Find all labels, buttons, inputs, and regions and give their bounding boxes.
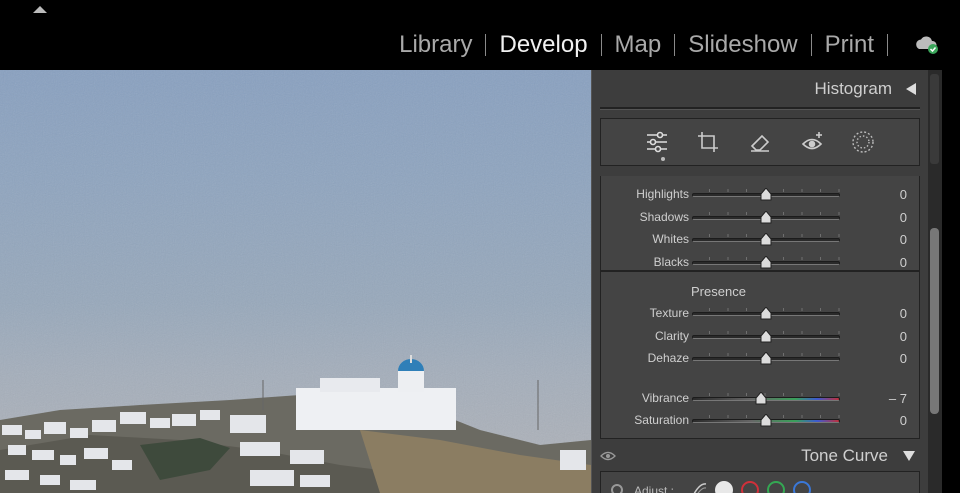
module-library[interactable]: Library [399,30,472,60]
slider-row-texture: Texture 0 [601,302,921,324]
channel-red-button[interactable] [741,481,759,493]
tone-curve-collapse-arrow-icon[interactable] [903,451,915,461]
slider-value[interactable]: 0 [900,187,907,202]
slider-label: Highlights [636,187,689,201]
slider-thumb[interactable] [760,255,772,269]
module-slideshow[interactable]: Slideshow [688,30,797,60]
slider-thumb[interactable] [760,187,772,201]
slider-thumb[interactable] [760,351,772,365]
photo-image [0,70,591,493]
channel-white-button[interactable] [715,481,733,493]
slider-row-dehaze: Dehaze 0 [601,347,921,369]
panel-scrollbar-upper [930,74,939,164]
slider-row-saturation: Saturation 0 [601,409,921,431]
panel-scrollbar-thumb[interactable] [930,228,939,414]
channel-blue-button[interactable] [793,481,811,493]
presence-title: Presence [691,284,746,299]
slider-label: Saturation [634,413,689,427]
slider-value[interactable]: – 7 [889,391,907,406]
slider-label: Shadows [639,209,689,224]
slider-label: Clarity [654,328,689,343]
develop-right-panel: Histogram Highlights 0 Shadows 0 Whites … [591,70,928,493]
module-separator [485,34,487,56]
histogram-title: Histogram [814,79,892,98]
module-separator [674,34,676,56]
slider-value[interactable]: 0 [900,210,907,225]
module-separator [600,34,602,56]
histogram-expand-arrow-icon[interactable] [906,83,916,95]
slider-label: Vibrance [641,390,689,405]
slider-thumb[interactable] [760,328,772,343]
histogram-collapsed-bar [600,107,920,110]
slider-thumb[interactable] [760,209,772,224]
slider-value[interactable]: 0 [900,329,907,344]
module-picker: Library Develop Map Slideshow Print [399,30,940,60]
module-map[interactable]: Map [615,30,662,60]
active-tool-indicator [661,157,665,161]
target-adjust-icon[interactable] [611,484,623,493]
tone-curve-header[interactable]: Tone Curve [592,442,928,472]
top-panel-collapse-arrow-icon[interactable] [33,6,47,13]
cloud-sync-icon[interactable] [914,34,940,56]
healing-eraser-icon[interactable] [747,129,773,155]
slider-thumb[interactable] [755,390,767,405]
tone-curve-title: Tone Curve [801,446,888,465]
slider-row-shadows: Shadows 0 [601,206,921,228]
slider-row-clarity: Clarity 0 [601,325,921,347]
slider-row-highlights: Highlights 0 [601,183,921,205]
slider-label: Texture [649,306,689,320]
module-separator [887,34,888,56]
panel-visibility-eye-icon[interactable] [600,450,616,462]
presence-section: Presence Texture 0 Clarity 0 Dehaze 0 Vibrance… [600,270,920,439]
slider-label: Blacks [653,255,689,270]
slider-label: Dehaze [647,351,689,365]
red-eye-icon[interactable] [799,129,825,155]
masking-icon[interactable] [850,129,876,155]
slider-thumb[interactable] [760,413,772,427]
histogram-header[interactable]: Histogram [592,70,928,108]
photo-preview[interactable] [0,70,591,493]
slider-label: Whites [652,232,689,247]
slider-value[interactable]: 0 [900,232,907,247]
module-print[interactable]: Print [825,30,874,60]
right-edge-strip [942,70,960,493]
slider-value[interactable]: 0 [900,255,907,270]
slider-value[interactable]: 0 [900,413,907,428]
tone-curve-body: Adjust : [600,471,920,493]
channel-green-button[interactable] [767,481,785,493]
crop-icon[interactable] [695,129,721,155]
slider-value[interactable]: 0 [900,351,907,366]
slider-value[interactable]: 0 [900,306,907,321]
module-develop[interactable]: Develop [499,30,587,60]
adjust-label: Adjust : [634,484,675,493]
slider-thumb[interactable] [760,232,772,246]
edit-sliders-icon[interactable] [644,129,670,155]
tool-strip [600,118,920,166]
basic-tone-section: Highlights 0 Shadows 0 Whites 0 Blacks 0 [600,176,920,271]
slider-row-vibrance: Vibrance – 7 [601,387,921,409]
parametric-curve-icon[interactable] [689,481,709,493]
slider-row-whites: Whites 0 [601,228,921,250]
slider-thumb[interactable] [760,306,772,320]
module-separator [810,34,812,56]
module-bar: Library Develop Map Slideshow Print [0,0,960,70]
